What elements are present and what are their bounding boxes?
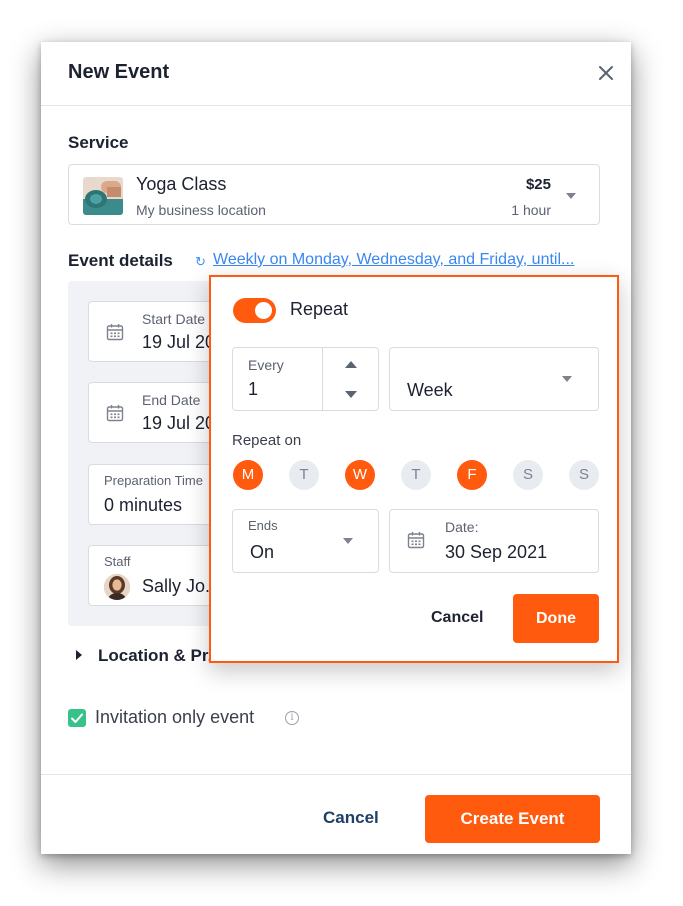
end-date-label: End Date (142, 392, 201, 408)
stepper-down-icon[interactable] (345, 391, 357, 398)
repeat-unit-select[interactable]: Week (389, 347, 599, 411)
chevron-down-icon (566, 193, 576, 199)
preparation-time-value: 0 minutes (104, 495, 183, 515)
avatar (104, 574, 130, 600)
service-location: My business location (136, 202, 266, 218)
create-event-button[interactable]: Create Event (425, 795, 600, 843)
location-section-toggle[interactable]: Location & Pr... (98, 646, 222, 666)
day-thursday[interactable]: T (401, 460, 431, 490)
day-friday[interactable]: F (457, 460, 487, 490)
ends-label: Ends (248, 518, 278, 533)
expand-arrow-icon[interactable] (76, 650, 82, 660)
invitation-only-checkbox[interactable] (68, 709, 86, 727)
repeat-unit-value: Week (407, 380, 453, 400)
repeat-icon: ↻ (195, 254, 206, 269)
done-button[interactable]: Done (513, 594, 599, 643)
day-tuesday[interactable]: T (289, 460, 319, 490)
end-on-date-field[interactable]: Date: 30 Sep 2021 (389, 509, 599, 573)
modal-title: New Event (68, 61, 170, 83)
repeat-on-label: Repeat on (232, 432, 302, 449)
every-stepper (322, 348, 379, 410)
event-details-label: Event details (68, 251, 173, 270)
modal-header: New Event (41, 42, 631, 106)
end-date-value: 30 Sep 2021 (445, 542, 548, 562)
repeat-cancel-button[interactable]: Cancel (431, 609, 483, 627)
chevron-down-icon (343, 538, 353, 544)
every-input[interactable] (248, 379, 318, 400)
calendar-icon (106, 324, 124, 341)
repeat-summary-link[interactable]: Weekly on Monday, Wednesday, and Friday,… (213, 251, 574, 269)
service-price: $25 (525, 176, 551, 193)
footer-divider (41, 774, 631, 775)
every-label: Every (248, 357, 284, 373)
toggle-knob (255, 302, 272, 319)
repeat-toggle[interactable] (233, 298, 276, 323)
yoga-mat-image (83, 177, 123, 215)
day-saturday[interactable]: S (513, 460, 543, 490)
service-select[interactable]: Yoga Class My business location $25 1 ho… (68, 164, 600, 225)
info-icon[interactable]: i (285, 711, 299, 725)
checkmark-icon (71, 713, 83, 723)
end-date-label: Date: (445, 519, 479, 535)
chevron-down-icon (562, 376, 572, 382)
service-section-label: Service (68, 133, 129, 152)
ends-value: On (250, 542, 275, 562)
day-wednesday[interactable]: W (345, 460, 375, 490)
stepper-up-icon[interactable] (345, 361, 357, 368)
ends-select[interactable]: Ends On (232, 509, 379, 573)
calendar-icon (407, 532, 425, 549)
calendar-icon (106, 405, 124, 422)
day-monday[interactable]: M (233, 460, 263, 490)
service-name: Yoga Class (136, 174, 227, 194)
every-field: Every (232, 347, 379, 411)
close-icon[interactable] (595, 62, 617, 84)
service-duration: 1 hour (511, 202, 551, 218)
invitation-only-label: Invitation only event (95, 707, 255, 727)
preparation-time-label: Preparation Time (104, 473, 203, 488)
day-sunday[interactable]: S (569, 460, 599, 490)
repeat-popover: Repeat Every Week Repeat on M T W T F S … (209, 275, 619, 663)
cancel-button[interactable]: Cancel (323, 808, 379, 828)
staff-label: Staff (104, 554, 131, 569)
repeat-toggle-label: Repeat (290, 299, 349, 319)
start-date-label: Start Date (142, 311, 206, 327)
